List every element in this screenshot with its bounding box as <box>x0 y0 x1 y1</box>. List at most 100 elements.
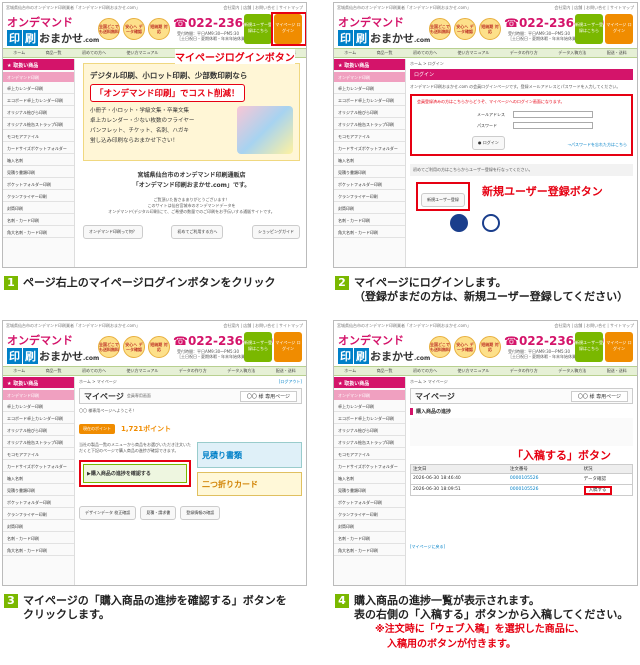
sidebar-item[interactable]: 見積り書類印刷 <box>334 166 405 178</box>
site-logo-top[interactable]: オンデマンド <box>338 14 404 30</box>
nav-data-howto[interactable]: データの作り方 <box>179 368 207 374</box>
site-logo[interactable]: 印刷おまかせ.com <box>338 348 430 364</box>
sidebar-item[interactable]: モコモアファイル <box>3 130 74 142</box>
fold-card-banner[interactable]: 二つ折りカード <box>197 472 302 496</box>
nav-manual[interactable]: 使い方マニュアル <box>457 368 489 374</box>
new-user-register-button[interactable]: 新規ユーザー登録 <box>416 182 470 211</box>
sidebar-item[interactable]: 角大名刺・カード印刷 <box>3 544 74 556</box>
login-button[interactable]: ● ログイン <box>472 136 505 150</box>
sidebar-item[interactable]: エコボード卓上カレンダー印刷 <box>334 94 405 106</box>
sidebar-item[interactable]: オリジナル絵びら印刷 <box>3 424 74 436</box>
sidebar-item[interactable]: オリジナル絵缶ストラップ印刷 <box>334 118 405 130</box>
site-logo[interactable]: 印刷おまかせ.com <box>7 30 99 46</box>
sidebar-item[interactable]: ポケットフォルダー印刷 <box>334 496 405 508</box>
sidebar-item[interactable]: 封筒印刷 <box>334 520 405 532</box>
site-logo-top[interactable]: オンデマンド <box>7 14 73 30</box>
nav-shipping[interactable]: 配送・送料 <box>607 368 627 374</box>
nav-home[interactable]: ホーム <box>344 50 356 56</box>
sidebar-item[interactable]: クランフライヤー印刷 <box>334 190 405 202</box>
estimate-banner[interactable]: 見積り書類 <box>197 442 302 468</box>
sidebar-item[interactable]: オリジナル絵缶ストラップ印刷 <box>334 436 405 448</box>
sidebar-item[interactable]: オリジナル絵びら印刷 <box>334 424 405 436</box>
nav-home[interactable]: ホーム <box>344 368 356 374</box>
sidebar-item[interactable]: カードサイズポケットフォルダー <box>334 460 405 472</box>
new-user-button[interactable]: 新規ユーザー登録はこちら <box>244 332 272 362</box>
sidebar-item[interactable]: エコボード卓上カレンダー印刷 <box>3 412 74 424</box>
new-user-button[interactable]: 新規ユーザー登録はこちら <box>575 14 603 44</box>
mypage-login-button[interactable]: マイページ ログイン <box>605 14 633 44</box>
site-logo-top[interactable]: オンデマンド <box>338 332 404 348</box>
nav-first-time[interactable]: 初めての方へ <box>82 50 106 56</box>
password-field[interactable] <box>513 122 593 129</box>
sidebar-item[interactable]: 卓上カレンダー印刷 <box>3 82 74 94</box>
sidebar-item[interactable]: 箱入名刺 <box>3 154 74 166</box>
mypage-login-button[interactable]: マイページ ログイン <box>605 332 633 362</box>
email-field[interactable] <box>513 111 593 118</box>
site-logo-top[interactable]: オンデマンド <box>7 332 73 348</box>
nav-submit[interactable]: データ入稿方法 <box>558 50 586 56</box>
order-link[interactable]: 0000105526 <box>508 474 582 484</box>
nav-manual[interactable]: 使い方マニュアル <box>457 50 489 56</box>
sidebar-item[interactable]: クランフライヤー印刷 <box>3 508 74 520</box>
sidebar-item[interactable]: ポケットフォルダー印刷 <box>334 178 405 190</box>
sidebar-item[interactable]: ポケットフォルダー印刷 <box>3 178 74 190</box>
nav-data-howto[interactable]: データの作り方 <box>510 50 538 56</box>
sidebar-item[interactable]: カードサイズポケットフォルダー <box>3 142 74 154</box>
sidebar-item[interactable]: モコモアファイル <box>334 448 405 460</box>
nav-shipping[interactable]: 配送・送料 <box>276 368 296 374</box>
sidebar-item[interactable]: オリジナル絵びら印刷 <box>334 106 405 118</box>
sidebar-item[interactable]: クランフライヤー印刷 <box>3 190 74 202</box>
sidebar-item[interactable]: カードサイズポケットフォルダー <box>3 460 74 472</box>
nav-home[interactable]: ホーム <box>13 50 25 56</box>
nav-home[interactable]: ホーム <box>13 368 25 374</box>
check-progress-button[interactable]: ▶購入商品の進捗を確認する <box>83 464 187 483</box>
sidebar-item[interactable]: 卓上カレンダー印刷 <box>334 400 405 412</box>
sidebar-item[interactable]: 見積り書類印刷 <box>3 166 74 178</box>
sidebar-item[interactable]: 見積り書類印刷 <box>3 484 74 496</box>
sidebar-item[interactable]: 卓上カレンダー印刷 <box>3 400 74 412</box>
sidebar-item[interactable]: 封筒印刷 <box>334 202 405 214</box>
site-logo[interactable]: 印刷おまかせ.com <box>338 30 430 46</box>
sidebar-item[interactable]: 名刺・カード印刷 <box>3 532 74 544</box>
nav-data-howto[interactable]: データの作り方 <box>510 368 538 374</box>
sidebar-item[interactable]: 箱入名刺 <box>334 154 405 166</box>
nav-products[interactable]: 商品一覧 <box>377 368 393 374</box>
sidebar-item[interactable]: 封筒印刷 <box>3 520 74 532</box>
what-is-ondemand-button[interactable]: オンデマンド印刷って何？ <box>83 225 143 239</box>
nav-manual[interactable]: 使い方マニュアル <box>126 50 158 56</box>
nav-first-time[interactable]: 初めての方へ <box>413 50 437 56</box>
sidebar-item[interactable]: 名刺・カード印刷 <box>334 532 405 544</box>
sidebar-item[interactable]: オリジナル絵びら印刷 <box>3 106 74 118</box>
sidebar-item[interactable]: 角大名刺・カード印刷 <box>334 226 405 238</box>
sidebar-item[interactable]: ポケットフォルダー印刷 <box>3 496 74 508</box>
account-info-button[interactable]: 登録情報の確認 <box>180 506 221 520</box>
nav-products[interactable]: 商品一覧 <box>46 368 62 374</box>
sidebar-item[interactable]: 名刺・カード印刷 <box>3 214 74 226</box>
nav-first-time[interactable]: 初めての方へ <box>413 368 437 374</box>
first-time-button[interactable]: 初めてご利用する方へ <box>171 225 224 239</box>
nyuko-button[interactable]: 入稿する <box>583 486 612 495</box>
new-user-button[interactable]: 新規ユーザー登録はこちら <box>575 332 603 362</box>
sidebar-item[interactable]: 封筒印刷 <box>3 202 74 214</box>
sidebar-item[interactable]: 角大名刺・カード印刷 <box>334 544 405 556</box>
mypage-login-button[interactable]: マイページ ログイン <box>274 332 302 362</box>
nav-manual[interactable]: 使い方マニュアル <box>126 368 158 374</box>
sidebar-item[interactable]: 箱入名刺 <box>334 472 405 484</box>
sidebar-item[interactable]: モコモアファイル <box>3 448 74 460</box>
shopping-guide-button[interactable]: ショッピングガイド <box>252 225 300 239</box>
site-logo[interactable]: 印刷おまかせ.com <box>7 348 99 364</box>
forgot-password-link[interactable]: →パスワードを忘れた方はこちら <box>568 142 627 148</box>
order-link[interactable]: 0000105526 <box>508 485 582 495</box>
sidebar-item[interactable]: 角大名刺・カード印刷 <box>3 226 74 238</box>
design-proof-button[interactable]: デザインデータ 校正確認 <box>79 506 137 520</box>
new-user-button[interactable]: 新規ユーザー登録はこちら <box>244 14 272 44</box>
nav-shipping[interactable]: 配送・送料 <box>607 50 627 56</box>
sidebar-item[interactable]: クランフライヤー印刷 <box>334 508 405 520</box>
nav-products[interactable]: 商品一覧 <box>46 50 62 56</box>
sidebar-item[interactable]: 見積り書類印刷 <box>334 484 405 496</box>
sidebar-item[interactable]: オリジナル絵缶ストラップ印刷 <box>3 436 74 448</box>
sidebar-item[interactable]: モコモアファイル <box>334 130 405 142</box>
sidebar-item[interactable]: エコボード卓上カレンダー印刷 <box>334 412 405 424</box>
sidebar-item[interactable]: 卓上カレンダー印刷 <box>334 82 405 94</box>
sidebar-item[interactable]: カードサイズポケットフォルダー <box>334 142 405 154</box>
